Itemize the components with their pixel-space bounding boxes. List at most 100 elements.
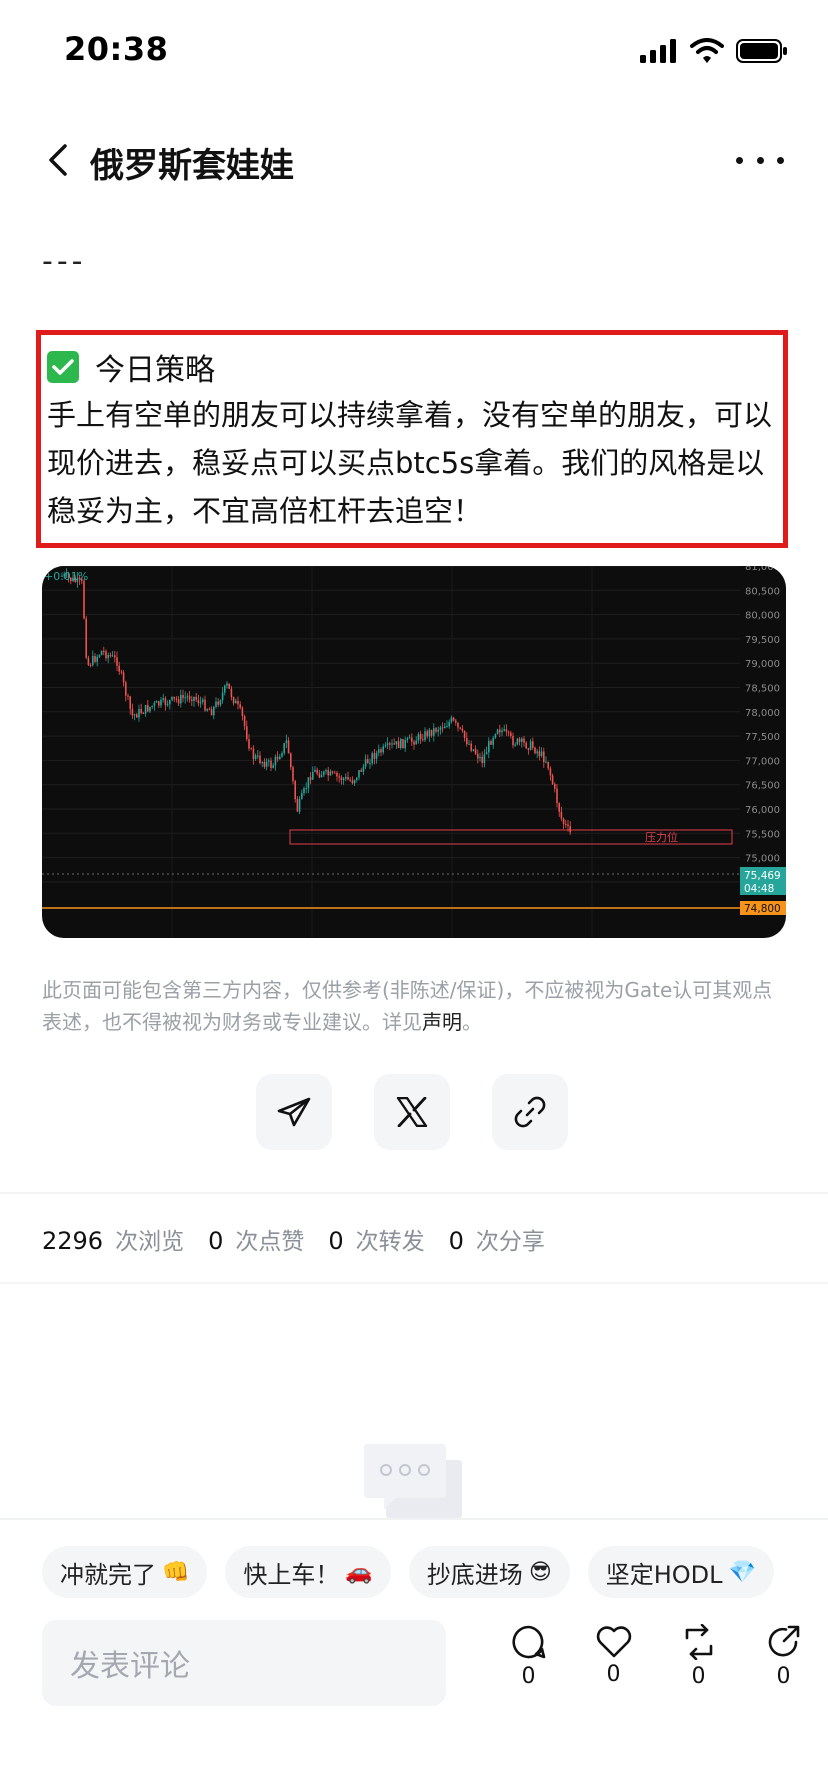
y-axis-label: 80,000 xyxy=(745,611,780,622)
price-chart-image[interactable]: 压力位 81,000 80,500 80,000 79,500 79,000 78,500… xyxy=(42,566,786,938)
candle-body xyxy=(562,818,565,825)
repost-action[interactable]: 0 xyxy=(656,1624,741,1689)
strategy-body: 手上有空单的朋友可以持续拿着，没有空单的朋友，可以现价进去，稳妥点可以买点btc… xyxy=(47,398,773,528)
candle-body xyxy=(430,729,433,736)
share-action[interactable]: 0 xyxy=(741,1624,826,1689)
candle-body xyxy=(303,788,305,794)
candle-body xyxy=(452,717,455,721)
candle-body xyxy=(338,776,340,778)
candle-body xyxy=(206,709,208,711)
quick-reply-chip[interactable]: 坚定HODL 💎 xyxy=(587,1546,774,1598)
change-label: +0.01% xyxy=(44,570,88,583)
candle-body xyxy=(153,702,156,706)
candle-body xyxy=(349,779,351,781)
check-mark-icon xyxy=(47,351,79,383)
candle-body xyxy=(446,726,448,728)
candle-body xyxy=(246,726,248,740)
quick-reply-chip[interactable]: 冲就完了 👊 xyxy=(42,1546,208,1598)
candle-body xyxy=(287,740,290,754)
candle-body xyxy=(127,695,129,697)
share-x-button[interactable] xyxy=(374,1074,450,1150)
strategy-title: 今日策略 xyxy=(95,353,215,388)
candle-body xyxy=(305,788,307,790)
candle-body xyxy=(492,737,494,745)
candle-body xyxy=(314,769,316,772)
candle-body xyxy=(177,699,180,704)
candle-body xyxy=(191,699,193,701)
candle-body xyxy=(417,734,420,741)
candle-body xyxy=(316,769,318,774)
share-row xyxy=(256,1074,568,1150)
candle-body xyxy=(411,737,413,742)
candle-body xyxy=(301,793,303,800)
candle-body xyxy=(180,695,182,704)
candle-body xyxy=(226,683,228,686)
candle-body xyxy=(428,729,431,737)
candle-body xyxy=(481,756,483,764)
comment-input[interactable]: 发表评论 xyxy=(42,1620,446,1706)
copy-link-button[interactable] xyxy=(492,1074,568,1150)
like-action[interactable]: 0 xyxy=(571,1624,656,1689)
candle-body xyxy=(186,696,189,698)
candle-body xyxy=(98,655,101,657)
candle-body xyxy=(257,755,259,757)
candle-body xyxy=(221,692,224,701)
price-tag: 75,469 xyxy=(744,870,781,882)
views-count: 2296 xyxy=(42,1227,104,1255)
candle-body xyxy=(265,761,268,767)
candle-body xyxy=(457,722,459,728)
candle-body xyxy=(494,733,497,738)
candle-body xyxy=(525,742,527,749)
quick-reply-chip[interactable]: 抄底进场 😎 xyxy=(408,1546,570,1598)
chevron-left-icon xyxy=(49,144,67,176)
candle-body xyxy=(501,730,503,733)
y-axis-label: 75,500 xyxy=(745,829,780,840)
candle-body xyxy=(173,696,175,699)
candle-body xyxy=(261,761,263,763)
candle-body xyxy=(345,777,347,779)
more-button[interactable] xyxy=(736,142,784,178)
candle-body xyxy=(490,741,492,745)
quick-reply-chip[interactable]: 快上车！ 🚗 xyxy=(225,1546,391,1598)
post-divider: --- xyxy=(42,244,87,279)
candle-body xyxy=(94,655,96,662)
candle-body xyxy=(164,698,167,706)
candle-body xyxy=(529,741,532,750)
reposts-label: 次转发 xyxy=(355,1229,425,1255)
candle-body xyxy=(219,700,222,705)
candle-body xyxy=(569,825,571,833)
nav-bar: 俄罗斯套娃娃 xyxy=(0,120,828,200)
candle-body xyxy=(83,580,85,619)
y-axis-label: 75,000 xyxy=(745,854,780,865)
more-dot xyxy=(756,156,764,164)
more-dot xyxy=(777,156,784,164)
candle-body xyxy=(437,729,439,732)
candle-body xyxy=(263,761,266,767)
x-icon xyxy=(396,1097,428,1127)
candle-body xyxy=(111,655,114,657)
shares-count: 0 xyxy=(448,1227,464,1255)
candle-body xyxy=(182,695,184,699)
y-axis-label: 80,500 xyxy=(745,586,780,597)
back-button[interactable] xyxy=(38,136,78,184)
likes-label: 次点赞 xyxy=(235,1229,305,1255)
candle-body xyxy=(133,714,136,716)
strategy-header: 今日策略 xyxy=(47,345,777,389)
candle-body xyxy=(477,753,479,759)
disclaimer-link[interactable]: 声明 xyxy=(422,1010,462,1034)
candle-body xyxy=(320,775,323,778)
candle-body xyxy=(215,701,217,707)
candle-body xyxy=(144,705,147,714)
candle-body xyxy=(413,741,415,745)
comment-action[interactable]: 0 xyxy=(486,1624,571,1689)
candle-body xyxy=(433,728,435,736)
candle-body xyxy=(527,748,530,750)
comment-icon xyxy=(512,1625,545,1659)
candle-body xyxy=(327,770,329,776)
share-telegram-button[interactable] xyxy=(256,1074,332,1150)
candle-body xyxy=(217,701,219,705)
candle-body xyxy=(155,701,158,703)
candle-body xyxy=(415,740,417,745)
candle-body xyxy=(281,753,283,757)
candle-body xyxy=(371,753,373,764)
